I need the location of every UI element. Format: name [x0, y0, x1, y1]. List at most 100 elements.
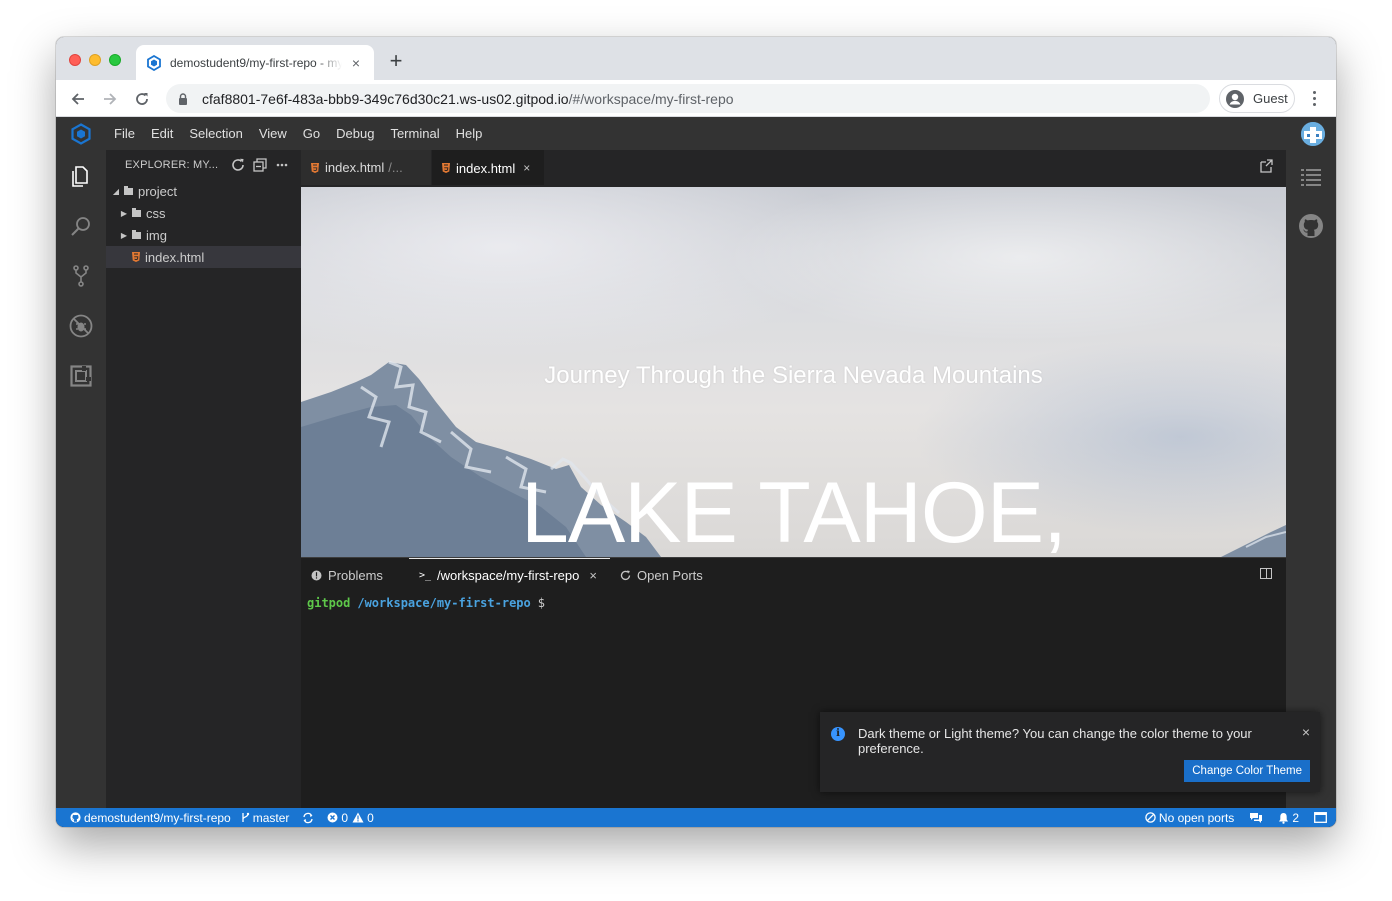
explorer-header: EXPLORER: MY... — [106, 150, 301, 180]
debug-icon[interactable] — [56, 302, 106, 350]
gitpod-logo-icon[interactable] — [56, 117, 106, 150]
browser-tab[interactable]: demostudent9/my-first-repo - my-first-re… — [136, 45, 374, 80]
close-icon[interactable]: × — [523, 161, 530, 175]
right-activity-bar — [1286, 150, 1336, 808]
editor-tabs: index.html /... index.html × — [301, 150, 1286, 187]
chevron-right-icon: ▶ — [120, 230, 128, 240]
tree-label: img — [146, 227, 167, 243]
tab-title: demostudent9/my-first-repo - my-first-re… — [170, 55, 342, 70]
bell-icon — [1279, 812, 1289, 824]
html5-icon — [442, 163, 450, 173]
change-color-theme-button[interactable]: Change Color Theme — [1184, 760, 1310, 782]
gitpod-favicon-icon — [147, 54, 161, 71]
outline-icon[interactable] — [1286, 152, 1336, 200]
panel-icon — [1314, 812, 1327, 823]
close-icon[interactable]: × — [1302, 724, 1310, 740]
menu-terminal[interactable]: Terminal — [382, 117, 447, 150]
info-icon: i — [831, 727, 845, 741]
tree-label: index.html — [145, 249, 205, 265]
reload-button[interactable] — [130, 87, 154, 111]
tab-description: /... — [388, 160, 403, 175]
browser-titlebar: demostudent9/my-first-repo - my-first-re… — [56, 37, 1336, 80]
menu-go[interactable]: Go — [295, 117, 328, 150]
tree-folder-project[interactable]: ◢ project — [106, 180, 301, 202]
tab-label: /workspace/my-first-repo — [437, 568, 580, 583]
github-icon[interactable] — [1286, 202, 1336, 250]
status-warnings: 0 — [367, 810, 374, 825]
sync-icon — [303, 812, 314, 823]
maximize-window-button[interactable] — [109, 54, 121, 66]
theme-notification: i Dark theme or Light theme? You can cha… — [820, 712, 1320, 792]
explorer-title: EXPLORER: MY... — [125, 159, 219, 171]
terminal-icon: >_ — [419, 570, 432, 581]
html-preview: Journey Through the Sierra Nevada Mounta… — [301, 187, 1286, 557]
status-errors: 0 — [341, 810, 349, 825]
editor-tab-index-html-preview[interactable]: index.html × — [432, 150, 544, 185]
split-panel-icon[interactable] — [1260, 568, 1272, 579]
minimize-window-button[interactable] — [89, 54, 101, 66]
more-actions-icon[interactable] — [271, 154, 293, 176]
status-notifications-count: 2 — [1292, 810, 1299, 825]
new-tab-button[interactable]: + — [386, 50, 406, 72]
terminal-path: /workspace/my-first-repo — [357, 596, 531, 610]
menu-edit[interactable]: Edit — [143, 117, 181, 150]
address-bar[interactable]: cfaf8801-7e6f-483a-bbb9-349c76d30c21.ws-… — [166, 84, 1210, 113]
terminal-output[interactable]: gitpod/workspace/my-first-repo $ — [307, 596, 545, 610]
explorer-icon[interactable] — [56, 152, 106, 200]
close-window-button[interactable] — [69, 54, 81, 66]
status-repo[interactable]: demostudent9/my-first-repo — [56, 811, 236, 825]
github-icon — [70, 812, 81, 823]
refresh-icon[interactable] — [227, 154, 249, 176]
open-source-icon[interactable] — [1258, 158, 1274, 174]
info-circle-icon — [311, 570, 322, 580]
menu-help[interactable]: Help — [448, 117, 491, 150]
status-problems[interactable]: 0 0 — [319, 811, 378, 825]
editor-tab-index-html-source[interactable]: index.html /... — [301, 150, 431, 185]
close-icon[interactable]: × — [589, 568, 597, 583]
chevron-down-icon: ◢ — [112, 186, 120, 196]
browser-menu-button[interactable] — [1304, 88, 1324, 108]
tab-open-ports[interactable]: Open Ports — [620, 558, 703, 592]
tab-close-button[interactable]: × — [348, 55, 364, 71]
menu-view[interactable]: View — [251, 117, 295, 150]
tab-terminal[interactable]: >_ /workspace/my-first-repo × — [409, 558, 610, 592]
profile-button[interactable]: Guest — [1219, 84, 1295, 113]
back-button[interactable] — [66, 87, 90, 111]
terminal-user: gitpod — [307, 596, 351, 610]
search-icon[interactable] — [56, 202, 106, 250]
folder-icon — [132, 207, 141, 217]
source-control-icon[interactable] — [56, 252, 106, 300]
status-notifications[interactable]: 2 — [1268, 811, 1304, 825]
tab-label: index.html — [456, 160, 516, 176]
gitpod-ide: File Edit Selection View Go Debug Termin… — [56, 117, 1336, 827]
preview-subtitle: Journey Through the Sierra Nevada Mounta… — [544, 362, 1043, 389]
tree-folder-img[interactable]: ▶ img — [106, 224, 301, 246]
tab-label: Open Ports — [637, 567, 703, 583]
user-avatar[interactable] — [1301, 122, 1325, 146]
tree-file-index-html[interactable]: index.html — [106, 246, 301, 268]
html5-icon — [311, 162, 319, 173]
url-path: /#/workspace/my-first-repo — [568, 90, 734, 107]
git-branch-icon — [242, 812, 249, 822]
feedback-button[interactable] — [1239, 812, 1268, 824]
toggle-panel-button[interactable] — [1304, 812, 1336, 823]
arrow-right-icon — [104, 93, 117, 105]
sync-button[interactable] — [294, 812, 319, 824]
menu-file[interactable]: File — [106, 117, 143, 150]
activity-bar — [56, 150, 106, 808]
extensions-icon[interactable] — [56, 352, 106, 400]
tree-folder-css[interactable]: ▶ css — [106, 202, 301, 224]
collapse-all-icon[interactable] — [249, 154, 271, 176]
status-ports[interactable]: No open ports — [1140, 811, 1239, 825]
tab-label: index.html — [325, 160, 385, 175]
forward-button[interactable] — [98, 87, 122, 111]
status-repo-label: demostudent9/my-first-repo — [84, 810, 231, 825]
menu-selection[interactable]: Selection — [181, 117, 250, 150]
menu-debug[interactable]: Debug — [328, 117, 382, 150]
status-branch[interactable]: master — [236, 811, 295, 825]
tab-problems[interactable]: Problems — [311, 558, 383, 592]
no-entry-icon — [1145, 812, 1156, 823]
tab-label: Problems — [328, 567, 383, 583]
folder-icon — [132, 229, 141, 239]
menubar: File Edit Selection View Go Debug Termin… — [56, 117, 1336, 150]
